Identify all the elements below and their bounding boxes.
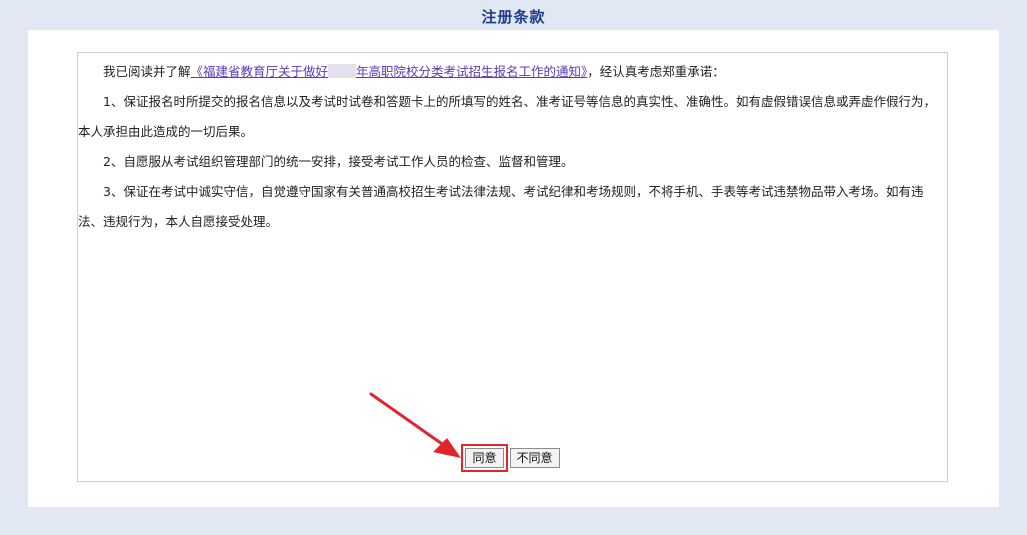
intro-prefix: 我已阅读并了解 xyxy=(103,64,191,79)
terms-panel: 我已阅读并了解《福建省教育厅关于做好 年高职院校分类考试招生报名工作的通知》，经认… xyxy=(28,30,999,507)
button-row: 同意 不同意 xyxy=(78,447,947,477)
disagree-button[interactable]: 不同意 xyxy=(509,448,560,468)
redacted-year xyxy=(328,64,357,78)
notice-link[interactable]: 《福建省教育厅关于做好 年高职院校分类考试招生报名工作的通知》 xyxy=(190,64,588,79)
notice-link-part1: 《福建省教育厅关于做好 xyxy=(190,64,329,79)
notice-link-part2: 年高职院校分类考试招生报名工作的通知》 xyxy=(356,64,588,79)
agree-button[interactable]: 同意 xyxy=(465,448,504,468)
page-title: 注册条款 xyxy=(481,8,546,26)
terms-item-1: 1、保证报名时所提交的报名信息以及考试时试卷和答题卡上的所填写的姓名、准考证号等… xyxy=(78,94,936,139)
annotation-arrow-icon xyxy=(369,392,461,458)
arrow-shaft xyxy=(369,392,447,448)
terms-item-3: 3、保证在考试中诚实守信，自觉遵守国家有关普通高校招生考试法律法规、考试纪律和考… xyxy=(78,184,924,229)
terms-content: 我已阅读并了解《福建省教育厅关于做好 年高职院校分类考试招生报名工作的通知》，经认… xyxy=(77,52,948,482)
terms-item-2: 2、自愿服从考试组织管理部门的统一安排，接受考试工作人员的检查、监督和管理。 xyxy=(103,154,574,169)
intro-suffix: ，经认真考虑郑重承诺： xyxy=(587,64,725,79)
terms-intro: 我已阅读并了解《福建省教育厅关于做好 年高职院校分类考试招生报名工作的通知》，经认… xyxy=(78,57,947,87)
